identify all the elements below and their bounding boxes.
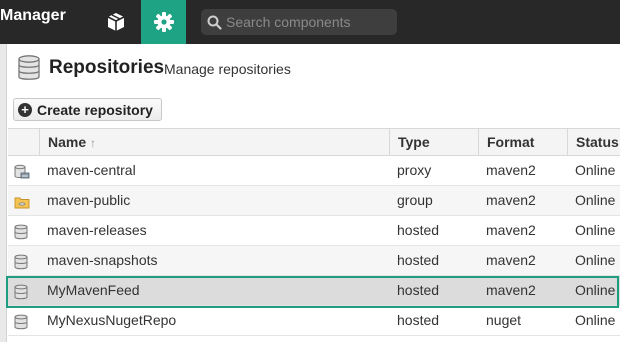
- column-header-format[interactable]: Format: [478, 129, 567, 157]
- hosted-repo-icon: [14, 254, 28, 270]
- repositories-table: Name ↑ Type Format Status maven-central …: [8, 128, 620, 336]
- table-row[interactable]: maven-snapshots hosted maven2 Online: [8, 246, 620, 276]
- proxy-repo-icon: [14, 164, 30, 179]
- repo-name: maven-central: [47, 162, 136, 178]
- gear-icon: [153, 12, 174, 32]
- repo-status: Online: [575, 222, 616, 238]
- repo-name: MyMavenFeed: [47, 282, 140, 298]
- administration-button[interactable]: [141, 0, 186, 44]
- create-repository-button[interactable]: + Create repository: [13, 98, 162, 121]
- table-row[interactable]: MyNexusNugetRepo hosted nuget Online: [8, 306, 620, 336]
- top-bar: Manager: [0, 0, 620, 44]
- repo-type: hosted: [397, 252, 440, 268]
- group-repo-icon: [14, 197, 30, 209]
- repo-format: maven2: [486, 192, 536, 208]
- search-input[interactable]: [226, 14, 391, 30]
- app-title: Manager: [0, 7, 66, 24]
- repo-status: Online: [575, 312, 616, 328]
- column-header-icon: [8, 129, 39, 157]
- search-icon: [207, 15, 222, 30]
- page-subtitle: Manage repositories: [164, 61, 291, 77]
- table-row[interactable]: maven-releases hosted maven2 Online: [8, 216, 620, 246]
- column-header-type-label: Type: [398, 134, 430, 150]
- page-title: Repositories: [49, 57, 165, 78]
- repo-type: hosted: [397, 282, 440, 298]
- repo-format: maven2: [486, 222, 536, 238]
- column-header-name[interactable]: Name ↑: [39, 129, 389, 157]
- repo-name: MyNexusNugetRepo: [47, 312, 177, 328]
- repo-format: nuget: [486, 312, 522, 328]
- cube-icon: [107, 13, 125, 31]
- table-row[interactable]: maven-central proxy maven2 Online: [8, 156, 620, 186]
- table-header: Name ↑ Type Format Status: [8, 128, 620, 157]
- table-row[interactable]: maven-public group maven2 Online: [8, 186, 620, 216]
- column-header-format-label: Format: [487, 134, 535, 150]
- repo-format: maven2: [486, 252, 536, 268]
- plus-circle-icon: +: [18, 102, 32, 117]
- column-header-name-label: Name: [48, 134, 87, 150]
- repo-type: hosted: [397, 312, 440, 328]
- repo-type: proxy: [397, 162, 432, 178]
- repo-status: Online: [575, 282, 616, 298]
- hosted-repo-icon: [14, 314, 28, 330]
- page-header: Repositories Manage repositories: [8, 44, 620, 94]
- repo-format: maven2: [486, 162, 536, 178]
- repo-status: Online: [575, 192, 616, 208]
- repo-format: maven2: [486, 282, 536, 298]
- browse-button[interactable]: [94, 0, 138, 44]
- table-row-selected[interactable]: MyMavenFeed hosted maven2 Online: [8, 276, 620, 306]
- database-icon: [18, 55, 40, 80]
- hosted-repo-icon: [14, 284, 28, 300]
- column-header-type[interactable]: Type: [389, 129, 478, 157]
- repo-status: Online: [575, 252, 616, 268]
- column-header-status-label: Status: [576, 134, 619, 150]
- repo-name: maven-public: [47, 192, 131, 208]
- repo-type: group: [397, 192, 433, 208]
- left-panel-edge: [0, 44, 7, 342]
- repo-name: maven-snapshots: [47, 252, 158, 268]
- repo-name: maven-releases: [47, 222, 147, 238]
- column-header-status[interactable]: Status: [567, 129, 620, 157]
- repo-type: hosted: [397, 222, 440, 238]
- repo-status: Online: [575, 162, 616, 178]
- create-repository-label: Create repository: [37, 101, 153, 118]
- hosted-repo-icon: [14, 224, 28, 240]
- search-box[interactable]: [201, 9, 397, 35]
- sort-up-arrow-icon: ↑: [90, 136, 97, 150]
